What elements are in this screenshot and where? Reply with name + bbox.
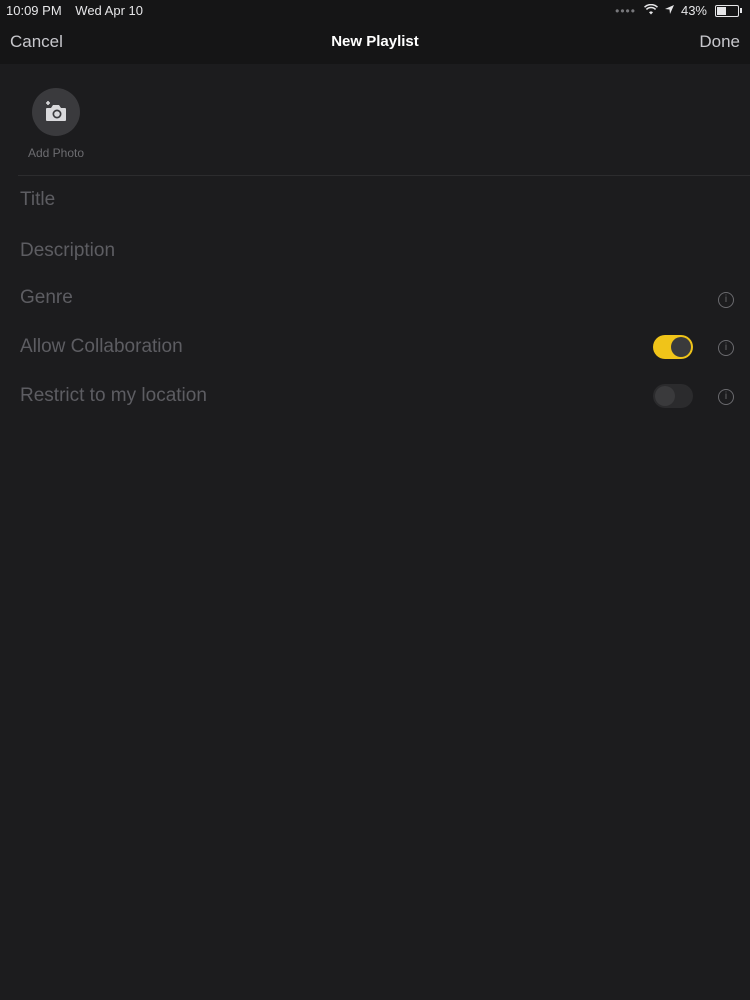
toggle-knob — [671, 337, 691, 357]
navigation-bar: Cancel New Playlist Done — [0, 22, 750, 64]
allow-collaboration-toggle[interactable] — [653, 335, 693, 359]
add-photo-button[interactable]: Add Photo — [25, 88, 87, 160]
done-button[interactable]: Done — [699, 32, 740, 52]
restrict-location-label: Restrict to my location — [20, 385, 207, 406]
wifi-icon — [643, 3, 659, 18]
signal-dots-icon: •••• — [615, 3, 636, 18]
battery-icon — [711, 4, 742, 17]
allow-collaboration-label: Allow Collaboration — [20, 336, 183, 357]
add-photo-label: Add Photo — [27, 146, 85, 160]
status-bar: 10:09 PM Wed Apr 10 •••• 43% — [0, 0, 750, 22]
battery-percent: 43% — [680, 3, 707, 18]
location-arrow-icon — [664, 3, 675, 18]
status-left: 10:09 PM Wed Apr 10 — [6, 3, 153, 18]
status-time: 10:09 PM — [6, 3, 62, 18]
status-date: Wed Apr 10 — [75, 3, 143, 18]
status-right: •••• 43% — [615, 3, 742, 18]
title-field[interactable]: Title — [20, 189, 55, 211]
divider — [18, 175, 750, 176]
add-photo-camera-icon — [32, 88, 80, 136]
description-field[interactable]: Description — [20, 240, 115, 262]
restrict-info-icon[interactable]: i — [718, 389, 734, 405]
toggle-knob — [655, 386, 675, 406]
page-title: New Playlist — [331, 33, 419, 50]
restrict-location-toggle[interactable] — [653, 384, 693, 408]
collaboration-info-icon[interactable]: i — [718, 340, 734, 356]
genre-info-icon[interactable]: i — [718, 292, 734, 308]
genre-row[interactable]: Genre — [20, 287, 73, 309]
